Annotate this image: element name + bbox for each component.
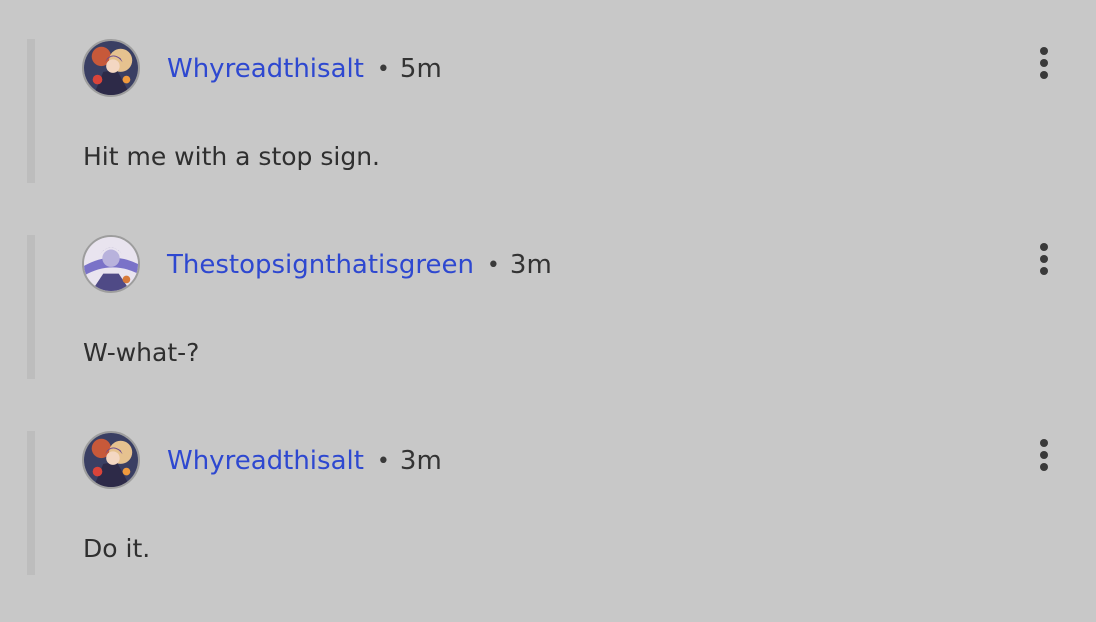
avatar[interactable] bbox=[82, 431, 140, 489]
comment-meta: Whyreadthisalt • 5m bbox=[167, 52, 442, 86]
comment: Whyreadthisalt • 5m Hit me with a stop s… bbox=[0, 0, 1096, 183]
more-options-button[interactable] bbox=[1030, 238, 1058, 280]
anime-character-avatar-icon bbox=[84, 237, 138, 291]
comment-thread: Whyreadthisalt • 5m Hit me with a stop s… bbox=[0, 0, 1096, 622]
anime-character-avatar-icon bbox=[84, 41, 138, 95]
comment-meta: Thestopsignthatisgreen • 3m bbox=[167, 248, 552, 282]
vertical-ellipsis-icon bbox=[1040, 47, 1048, 79]
comment: Thestopsignthatisgreen • 3m W-what-? bbox=[0, 196, 1096, 379]
username-link[interactable]: Thestopsignthatisgreen bbox=[167, 250, 474, 280]
timestamp: 3m bbox=[509, 250, 552, 280]
vertical-ellipsis-icon bbox=[1040, 243, 1048, 275]
anime-character-avatar-icon bbox=[84, 433, 138, 487]
username-link[interactable]: Whyreadthisalt bbox=[167, 54, 364, 84]
comment-text: Do it. bbox=[83, 534, 151, 563]
thread-rail[interactable] bbox=[27, 235, 35, 379]
comment-text: Hit me with a stop sign. bbox=[83, 142, 380, 171]
comment: Whyreadthisalt • 3m Do it. bbox=[0, 392, 1096, 575]
separator-dot: • bbox=[376, 448, 390, 474]
avatar[interactable] bbox=[82, 235, 140, 293]
separator-dot: • bbox=[486, 252, 500, 278]
comment-text: W-what-? bbox=[83, 338, 200, 367]
username-link[interactable]: Whyreadthisalt bbox=[167, 446, 364, 476]
separator-dot: • bbox=[376, 56, 390, 82]
more-options-button[interactable] bbox=[1030, 42, 1058, 84]
avatar[interactable] bbox=[82, 39, 140, 97]
comment-meta: Whyreadthisalt • 3m bbox=[167, 444, 442, 478]
thread-rail[interactable] bbox=[27, 39, 35, 183]
thread-rail[interactable] bbox=[27, 431, 35, 575]
more-options-button[interactable] bbox=[1030, 434, 1058, 476]
timestamp: 3m bbox=[399, 446, 442, 476]
timestamp: 5m bbox=[399, 54, 442, 84]
vertical-ellipsis-icon bbox=[1040, 439, 1048, 471]
